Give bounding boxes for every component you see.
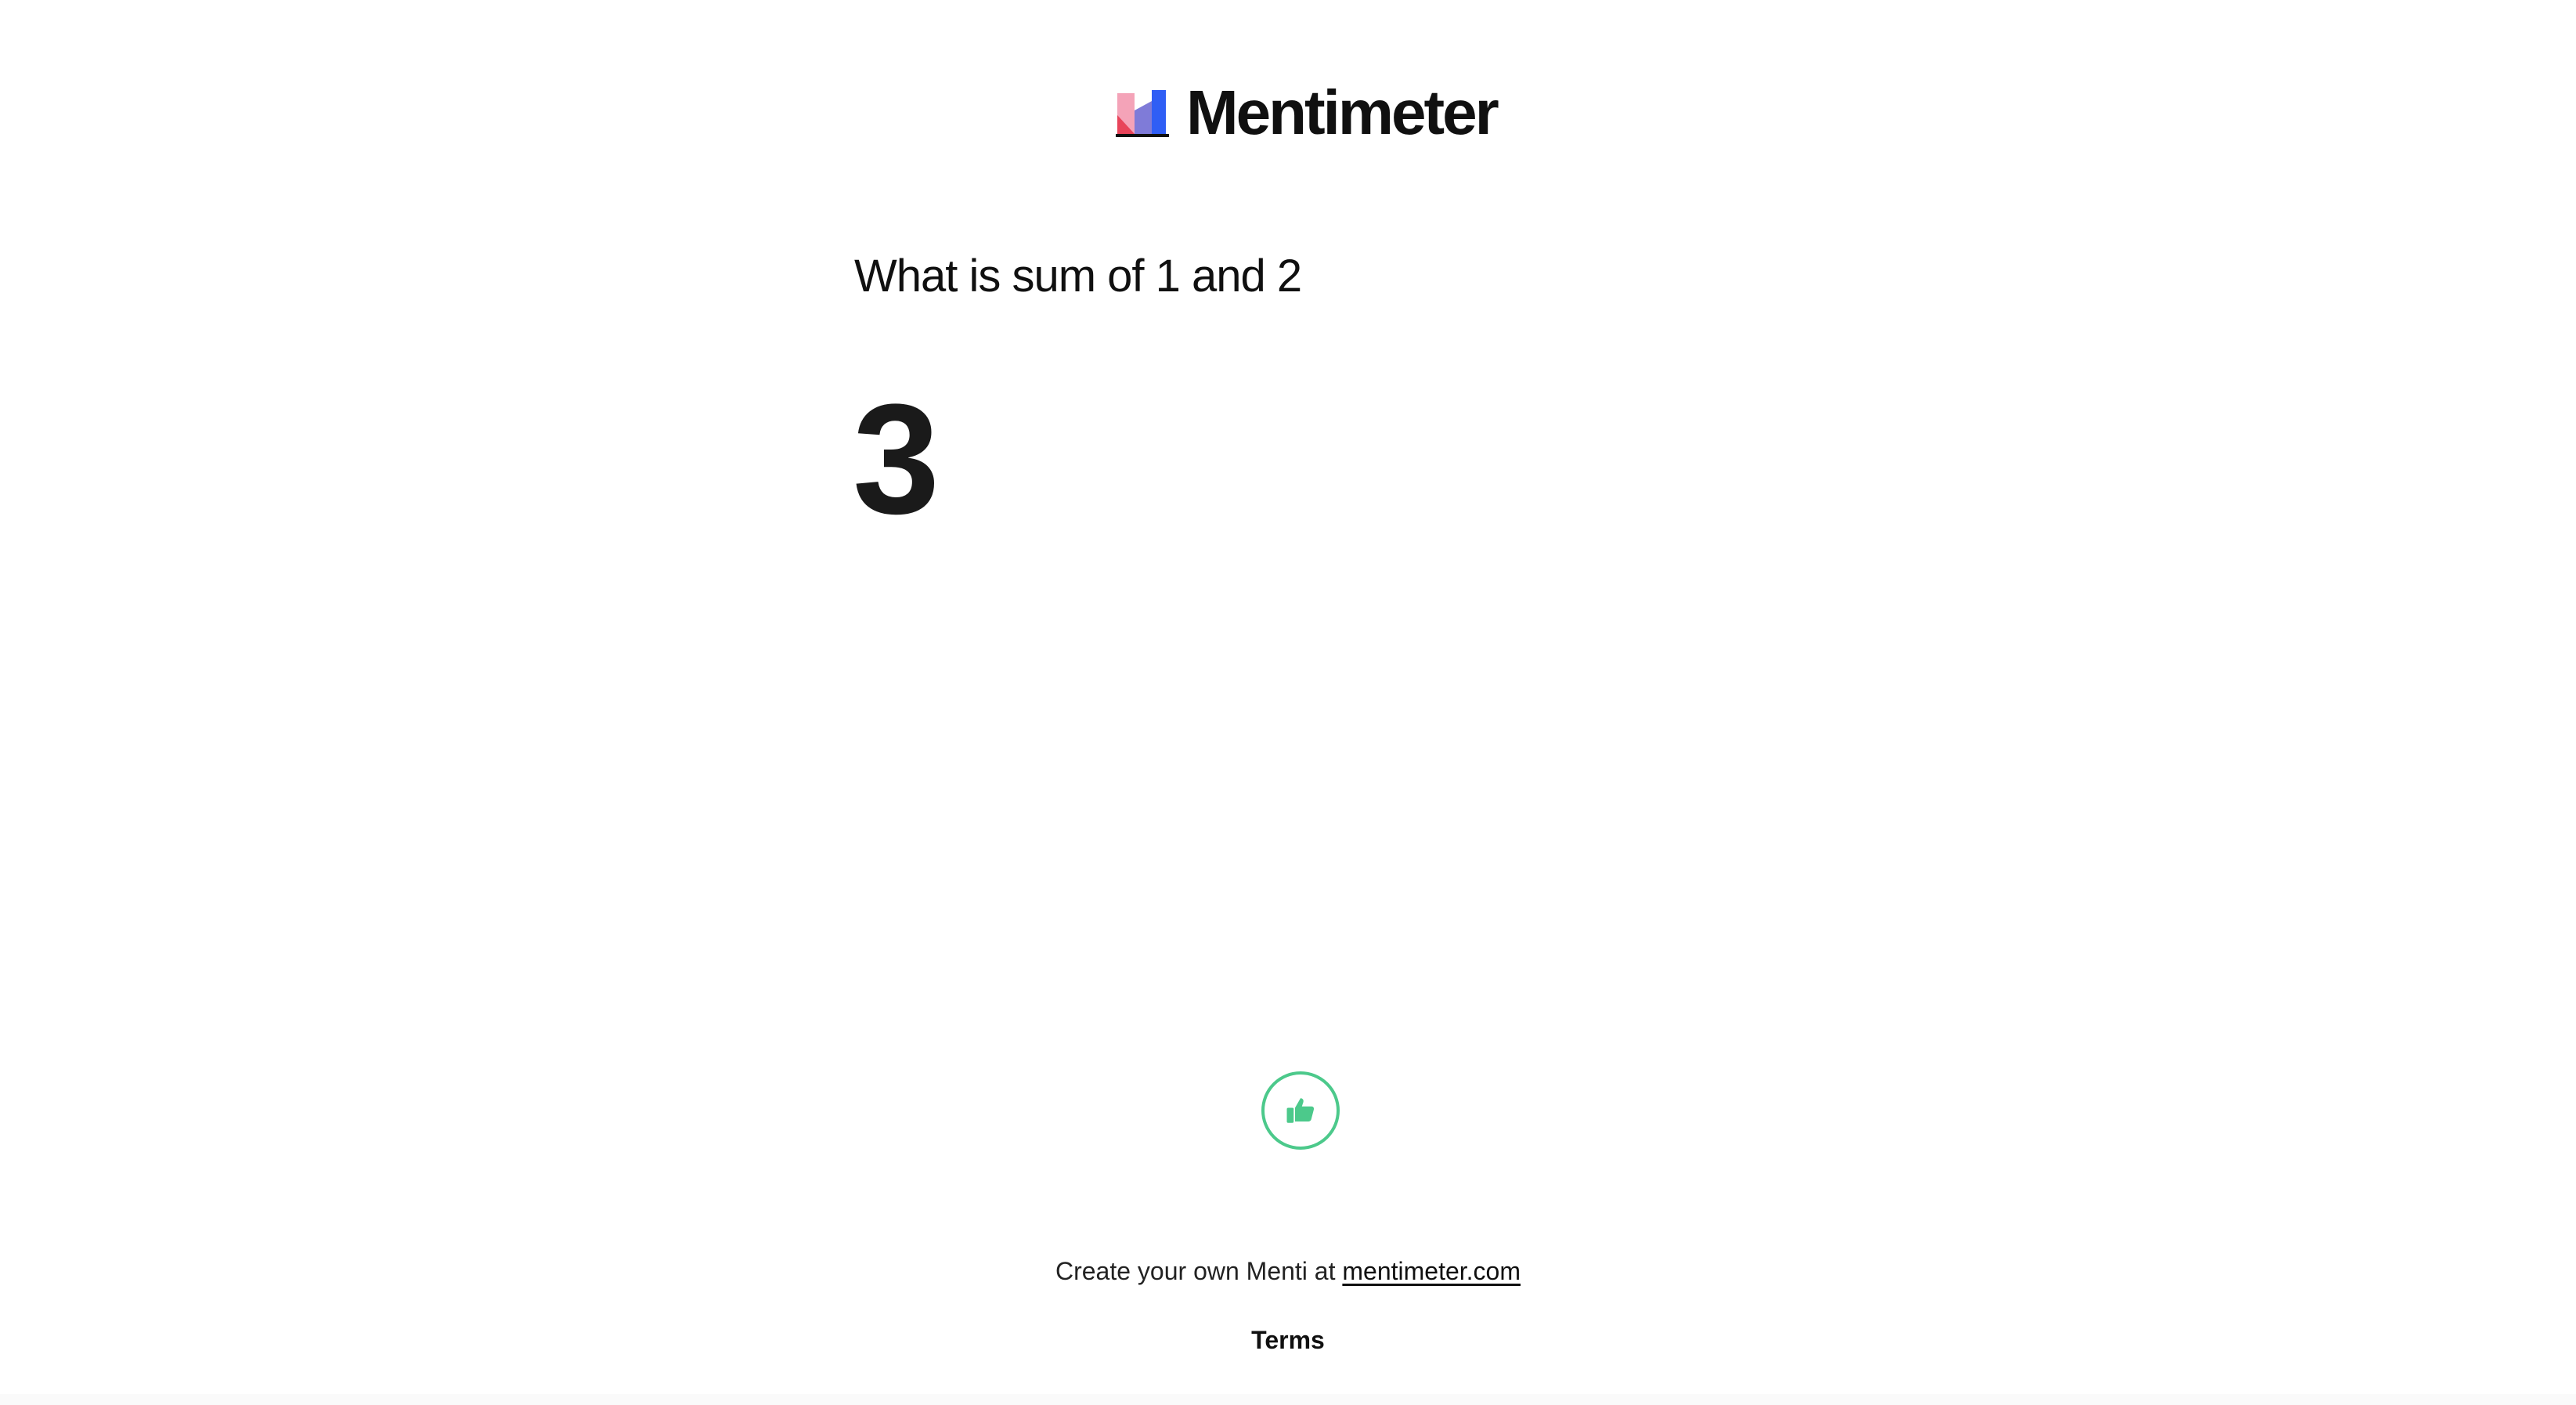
answer-value: 3	[853, 372, 940, 547]
terms-link[interactable]: Terms	[1251, 1326, 1325, 1354]
mentimeter-logo-mark	[1116, 90, 1169, 137]
footer-promo-text: Create your own Menti at	[1055, 1257, 1336, 1285]
mentimeter-wordmark: Mentimeter	[1186, 78, 1499, 147]
thumbs-up-button[interactable]	[1261, 1071, 1340, 1150]
question-title: What is sum of 1 and 2	[854, 251, 1302, 302]
thumbs-up-icon	[1286, 1098, 1315, 1123]
terms-section: Terms	[0, 1324, 2576, 1356]
mentimeter-link[interactable]: mentimeter.com	[1342, 1257, 1521, 1285]
bottom-divider	[0, 1394, 2576, 1405]
mentimeter-page: Mentimeter What is sum of 1 and 2 3 Crea…	[0, 0, 2576, 1405]
mentimeter-logo: Mentimeter	[1116, 78, 1499, 147]
footer-promo: Create your own Menti at mentimeter.com	[0, 1255, 2576, 1287]
